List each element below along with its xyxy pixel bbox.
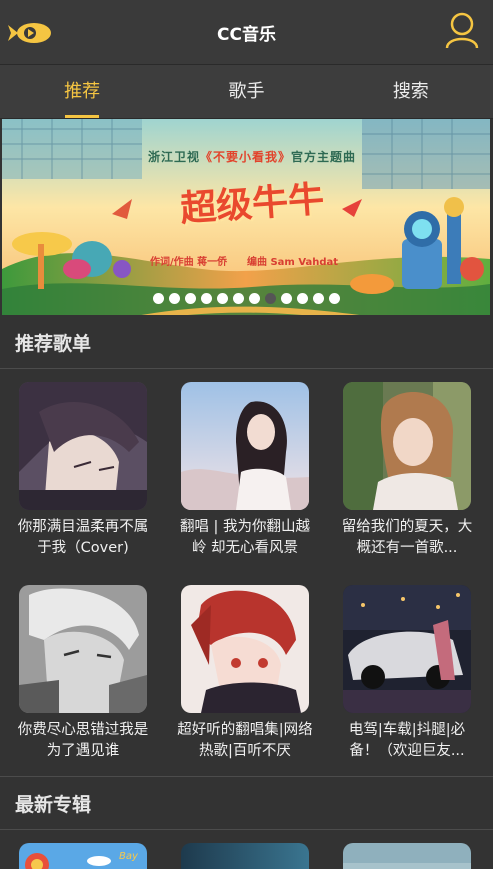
banner-lyricist: 作词/作曲 蒋一侨	[150, 257, 228, 268]
playlist-card[interactable]: 你费尽心思错过我是为了遇见谁	[18, 585, 148, 762]
tab-singers[interactable]: 歌手	[164, 65, 328, 118]
playlist-card[interactable]: 电驾|车载|抖腿|必备！（欢迎巨友...	[343, 585, 471, 762]
tab-recommend[interactable]: 推荐	[0, 65, 164, 118]
album-cover[interactable]: Bay	[19, 843, 147, 869]
playlist-cover	[19, 585, 147, 713]
carousel-dot[interactable]	[280, 293, 292, 304]
banner-subtitle: 浙江卫视《不要小看我》官方主题曲	[102, 148, 402, 165]
carousel-dot[interactable]	[328, 293, 340, 304]
app-header: CC音乐	[0, 0, 493, 64]
tab-label: 歌手	[228, 81, 265, 102]
banner-title: 超级牛牛	[178, 178, 326, 230]
banner-carousel[interactable]: 浙江卫视《不要小看我》官方主题曲 超级牛牛 作词/作曲 蒋一侨 编曲 Sam V…	[2, 119, 490, 315]
playlist-cover	[343, 382, 471, 510]
album-cover[interactable]	[343, 843, 471, 869]
svg-text:Bay: Bay	[119, 851, 139, 862]
app-root: CC音乐 推荐 歌手 搜索 浙江卫视《不要小看我》官方主题曲 超级牛牛 作词/作…	[0, 0, 493, 869]
banner-subtitle-prefix: 浙江卫视	[147, 150, 200, 164]
carousel-dot[interactable]	[168, 293, 180, 304]
playlist-title: 你费尽心思错过我是为了遇见谁	[17, 722, 149, 759]
playlist-cover	[181, 585, 309, 713]
playlist-title: 电驾|车载|抖腿|必备！（欢迎巨友...	[348, 722, 466, 759]
playlist-card[interactable]: 翻唱 | 我为你翻山越岭 却无心看风景	[180, 382, 310, 559]
playlist-title: 超好听的翻唱集|网络热歌|百听不厌	[177, 722, 313, 759]
active-tab-indicator	[65, 115, 100, 118]
carousel-dot[interactable]	[264, 293, 276, 304]
section-divider	[0, 829, 493, 830]
carousel-dot[interactable]	[216, 293, 228, 304]
tab-bar: 推荐 歌手 搜索	[0, 64, 493, 119]
album-cover[interactable]	[181, 843, 309, 869]
playlist-cover	[19, 382, 147, 510]
playlist-title: 翻唱 | 我为你翻山越岭 却无心看风景	[179, 519, 311, 556]
playlist-title: 留给我们的夏天，大概还有一首歌...	[341, 519, 473, 556]
banner-arranger: 编曲 Sam Vahdat	[247, 257, 339, 268]
playlist-cover	[343, 585, 471, 713]
user-icon[interactable]	[445, 12, 479, 50]
section-divider	[0, 368, 493, 369]
tab-label: 搜索	[392, 81, 429, 102]
carousel-dot[interactable]	[200, 293, 212, 304]
tab-label: 推荐	[64, 81, 101, 102]
section-title-albums: 最新专辑	[15, 794, 92, 816]
playlist-title: 你那满目温柔再不属于我（Cover)	[17, 519, 149, 556]
carousel-dots	[2, 293, 490, 304]
carousel-dot[interactable]	[312, 293, 324, 304]
carousel-dot[interactable]	[184, 293, 196, 304]
banner-subtitle-suffix: 官方主题曲	[291, 150, 357, 164]
carousel-dot[interactable]	[248, 293, 260, 304]
playlist-card[interactable]: 留给我们的夏天，大概还有一首歌...	[342, 382, 472, 559]
playlist-card[interactable]: 超好听的翻唱集|网络热歌|百听不厌	[177, 585, 313, 762]
section-title-playlists: 推荐歌单	[15, 333, 92, 355]
app-title: CC音乐	[217, 25, 276, 45]
carousel-dot[interactable]	[152, 293, 164, 304]
section-divider	[0, 776, 493, 777]
playlist-cover	[181, 382, 309, 510]
banner-subtitle-show: 《不要小看我》	[199, 150, 291, 164]
tab-search[interactable]: 搜索	[329, 65, 493, 118]
playlist-card[interactable]: 你那满目温柔再不属于我（Cover)	[18, 382, 148, 559]
carousel-dot[interactable]	[232, 293, 244, 304]
carousel-dot[interactable]	[296, 293, 308, 304]
